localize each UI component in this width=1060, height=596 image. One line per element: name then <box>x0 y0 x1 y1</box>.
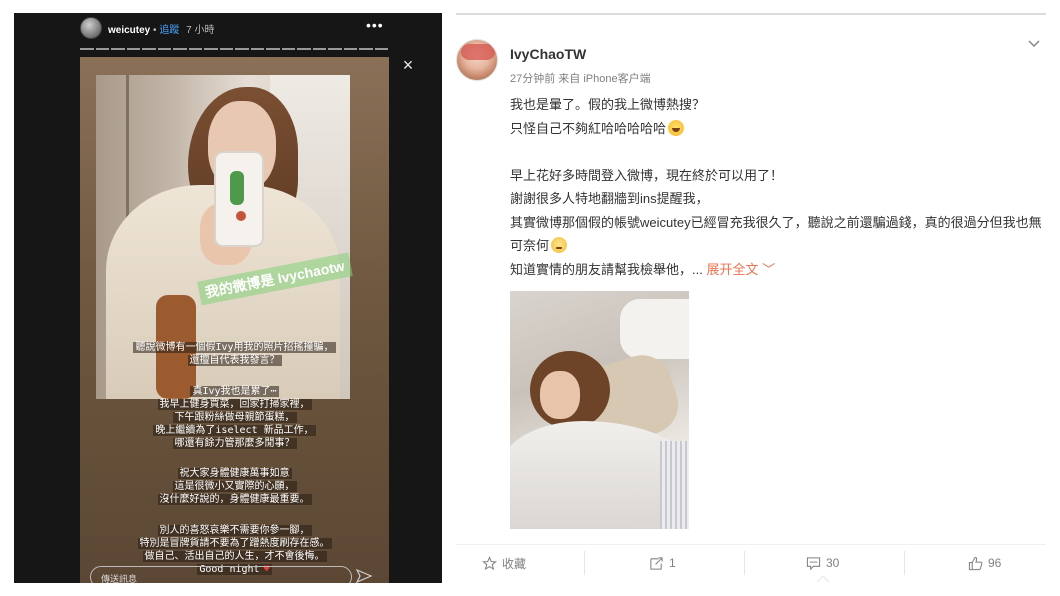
avatar[interactable] <box>456 39 498 81</box>
repost-count: 1 <box>669 556 676 570</box>
expand-label[interactable]: 展开全文 <box>706 262 758 277</box>
chevron-down-icon[interactable]: ﹀ <box>762 262 775 277</box>
like-count: 96 <box>988 556 1002 570</box>
send-icon[interactable] <box>356 569 372 583</box>
story-time: 7 小時 <box>186 25 215 36</box>
divider <box>744 551 745 575</box>
reply-input[interactable]: 傳送訊息 <box>90 566 352 583</box>
story-username[interactable]: weicutey <box>108 25 150 36</box>
comment-count: 30 <box>826 556 840 570</box>
instagram-story-panel: weicutey • 追蹤 7 小時 ••• × 我的微博是 Ivychaotw… <box>14 13 442 583</box>
post-line-with-emoji: 其實微博那個假的帳號weicutey已經冒充我很久了，聽說之前還騙過錢，真的很過… <box>510 211 1046 258</box>
divider <box>584 551 585 575</box>
laugh-emoji-icon <box>668 119 685 136</box>
story-text-line: 還擅自代表我發言？ <box>187 355 282 366</box>
post-line-with-emoji: 只怪自己不夠紅哈哈哈哈哈 <box>510 117 1046 141</box>
post-meta: 27分钟前 来自 iPhone客户端 <box>510 73 651 85</box>
post-image[interactable] <box>510 291 689 529</box>
favorite-button[interactable]: 收藏 <box>482 553 526 573</box>
story-text-line: 下午跟粉絲做母親節蛋糕， <box>172 412 297 423</box>
thumbs-up-icon <box>968 556 983 570</box>
more-icon[interactable]: ••• <box>366 17 384 33</box>
story-text-line: 晚上繼續為了iselect 新品工作， <box>153 425 316 436</box>
chevron-down-icon[interactable] <box>1028 39 1040 49</box>
story-header: weicutey • 追蹤 7 小時 ••• <box>14 13 442 53</box>
comment-button[interactable]: 30 <box>806 553 839 573</box>
post-action-bar: 收藏 1 30 96 <box>456 544 1046 582</box>
post-line: 謝謝很多人特地翻牆到ins提醒我， <box>510 191 709 206</box>
story-text-line: 做自己、活出自己的人生，才不會後悔。 <box>142 551 327 562</box>
post-line-last: 知道實情的朋友請幫我檢舉他，... 展开全文 ﹀ <box>510 258 1046 282</box>
star-icon <box>482 555 497 570</box>
story-progress-bar <box>80 48 388 51</box>
story-text-line: 別人的喜怒哀樂不需要你參一腳， <box>157 525 312 536</box>
post-line: 其實微博那個假的帳號weicutey已經冒充我很久了，聽說之前還騙過錢，真的很過… <box>510 214 1042 254</box>
post-line: 我也是暈了。假的我上微博熱搜？ <box>510 97 706 112</box>
helpless-emoji-icon <box>551 237 568 253</box>
story-text-line: 我早上健身買菜，回家打掃家裡， <box>157 399 312 410</box>
story-frame[interactable]: 我的微博是 Ivychaotw 聽說微博有一個假Ivy用我的照片招搖撞騙， 還擅… <box>80 57 389 583</box>
post-username[interactable]: IvyChaoTW <box>510 46 586 62</box>
repost-button[interactable]: 1 <box>649 553 676 573</box>
favorite-label: 收藏 <box>502 556 527 571</box>
story-text-line: 這是很微小又實際的心願， <box>172 481 297 492</box>
story-user-line: weicutey • 追蹤 7 小時 <box>108 21 214 36</box>
story-text-block-2: 真Ivy我也是累了⋯ 我早上健身買菜，回家打掃家裡， 下午跟粉絲做母親節蛋糕， … <box>80 385 389 450</box>
comment-icon <box>806 556 821 570</box>
repost-icon <box>650 556 663 570</box>
story-avatar[interactable] <box>80 17 102 39</box>
divider <box>904 551 905 575</box>
story-text-line: 哪還有餘力管那麼多閒事？ <box>172 438 297 449</box>
story-text-line: 特別是冒牌貨請不要為了蹭熱度刷存在感。 <box>137 538 332 549</box>
story-text-line: 真Ivy我也是累了⋯ <box>190 386 279 397</box>
story-dot: • <box>153 25 157 36</box>
story-text-block-3: 祝大家身體健康萬事如意 這是很微小又實際的心願， 沒什麼好說的，身體健康最重要。 <box>80 467 389 506</box>
story-text-line: 祝大家身體健康萬事如意 <box>177 468 292 479</box>
divider <box>456 13 1046 15</box>
story-text-block-1: 聽說微博有一個假Ivy用我的照片招搖撞騙， 還擅自代表我發言？ <box>80 341 389 367</box>
like-button[interactable]: 96 <box>968 553 1001 573</box>
story-text-line: 沒什麼好說的，身體健康最重要。 <box>157 494 312 505</box>
post-line: 只怪自己不夠紅哈哈哈哈哈 <box>510 120 667 136</box>
post-body: 我也是暈了。假的我上微博熱搜？ 只怪自己不夠紅哈哈哈哈哈 早上花好多時間登入微博… <box>510 93 1046 281</box>
close-icon[interactable]: × <box>400 56 416 74</box>
screenshot-root: weicutey • 追蹤 7 小時 ••• × 我的微博是 Ivychaotw… <box>0 0 1060 596</box>
expand-full-text-link[interactable]: 展开全文 ﹀ <box>706 262 775 277</box>
post-line: 早上花好多時間登入微博，現在終於可以用了！ <box>510 167 784 183</box>
story-text-line: 聽說微博有一個假Ivy用我的照片招搖撞騙， <box>133 342 336 353</box>
post-line: 知道實情的朋友請幫我檢舉他，... <box>510 261 703 277</box>
weibo-post-panel: IvyChaoTW 27分钟前 来自 iPhone客户端 我也是暈了。假的我上微… <box>456 13 1046 583</box>
active-tab-caret <box>817 575 829 582</box>
follow-button[interactable]: 追蹤 <box>159 25 179 36</box>
